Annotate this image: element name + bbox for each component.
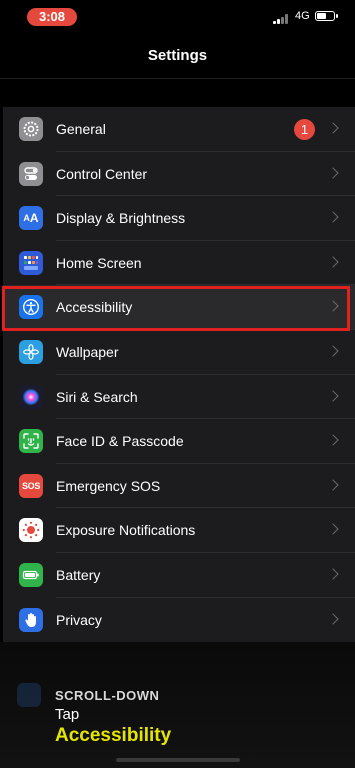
exposure-icon — [19, 518, 43, 543]
settings-row-siri-search[interactable]: Siri & Search — [3, 375, 355, 420]
instruction-overlay — [0, 642, 355, 768]
settings-row-label: Privacy — [56, 611, 102, 628]
face-id-icon — [19, 429, 43, 454]
settings-row-label: Control Center — [56, 165, 148, 182]
settings-row-privacy[interactable]: Privacy — [3, 598, 355, 643]
text-size-icon: AA — [19, 206, 43, 231]
battery-icon — [19, 562, 43, 587]
chevron-right-icon — [327, 434, 339, 446]
chevron-right-icon — [327, 122, 339, 134]
settings-row-label: Home Screen — [56, 254, 142, 271]
settings-row-label: Emergency SOS — [56, 477, 161, 494]
network-type: 4G — [295, 10, 310, 22]
flower-icon — [19, 339, 43, 364]
settings-row-label: Display & Brightness — [56, 210, 186, 227]
status-time[interactable]: 3:08 — [27, 8, 77, 26]
settings-row-emergency-sos[interactable]: SOS Emergency SOS — [3, 464, 355, 509]
app-grid-icon — [19, 250, 43, 275]
settings-row-face-id[interactable]: Face ID & Passcode — [3, 419, 355, 464]
instruction-step: SCROLL-DOWN — [55, 688, 160, 703]
chevron-right-icon — [327, 568, 339, 580]
settings-row-label: Face ID & Passcode — [56, 433, 184, 450]
accessibility-icon — [19, 295, 43, 320]
battery-status-icon — [315, 11, 338, 21]
chevron-right-icon — [327, 479, 339, 491]
settings-row-label: Accessibility — [56, 299, 133, 316]
chevron-right-icon — [327, 211, 339, 223]
chevron-right-icon — [327, 256, 339, 268]
settings-row-exposure-notifications[interactable]: Exposure Notifications — [3, 508, 355, 553]
instruction-target: Accessibility — [55, 725, 172, 746]
status-bar: 3:08 4G — [0, 0, 355, 34]
notification-badge: 1 — [294, 119, 315, 140]
header-divider — [0, 78, 355, 79]
sos-icon: SOS — [19, 473, 43, 498]
instruction-action: Tap — [55, 706, 80, 723]
settings-row-label: General — [56, 121, 106, 137]
settings-row-general[interactable]: General 1 — [3, 107, 355, 152]
chevron-right-icon — [327, 612, 339, 625]
settings-row-label: Battery — [56, 566, 101, 583]
settings-row-accessibility[interactable]: Accessibility — [3, 285, 355, 330]
chevron-right-icon — [327, 389, 339, 402]
gear-icon — [19, 117, 43, 141]
settings-row-control-center[interactable]: Control Center — [3, 152, 355, 197]
siri-icon — [19, 384, 43, 409]
settings-list: General 1 Control Center AA Display & Br… — [3, 107, 355, 642]
settings-row-label: Exposure Notifications — [56, 522, 196, 539]
settings-row-battery[interactable]: Battery — [3, 553, 355, 598]
settings-row-display-brightness[interactable]: AA Display & Brightness — [3, 196, 355, 241]
home-indicator[interactable] — [116, 758, 240, 762]
settings-row-wallpaper[interactable]: Wallpaper — [3, 330, 355, 375]
toggles-icon — [19, 161, 43, 186]
chevron-right-icon — [327, 166, 339, 179]
app-store-icon — [17, 683, 41, 707]
settings-row-label: Siri & Search — [56, 388, 138, 405]
signal-icon — [273, 14, 291, 24]
chevron-right-icon — [327, 523, 339, 536]
chevron-right-icon — [327, 300, 339, 313]
settings-row-home-screen[interactable]: Home Screen — [3, 241, 355, 286]
hand-icon — [19, 607, 43, 632]
settings-row-label: Wallpaper — [56, 343, 119, 360]
page-title: Settings — [147, 47, 208, 64]
chevron-right-icon — [327, 345, 339, 357]
